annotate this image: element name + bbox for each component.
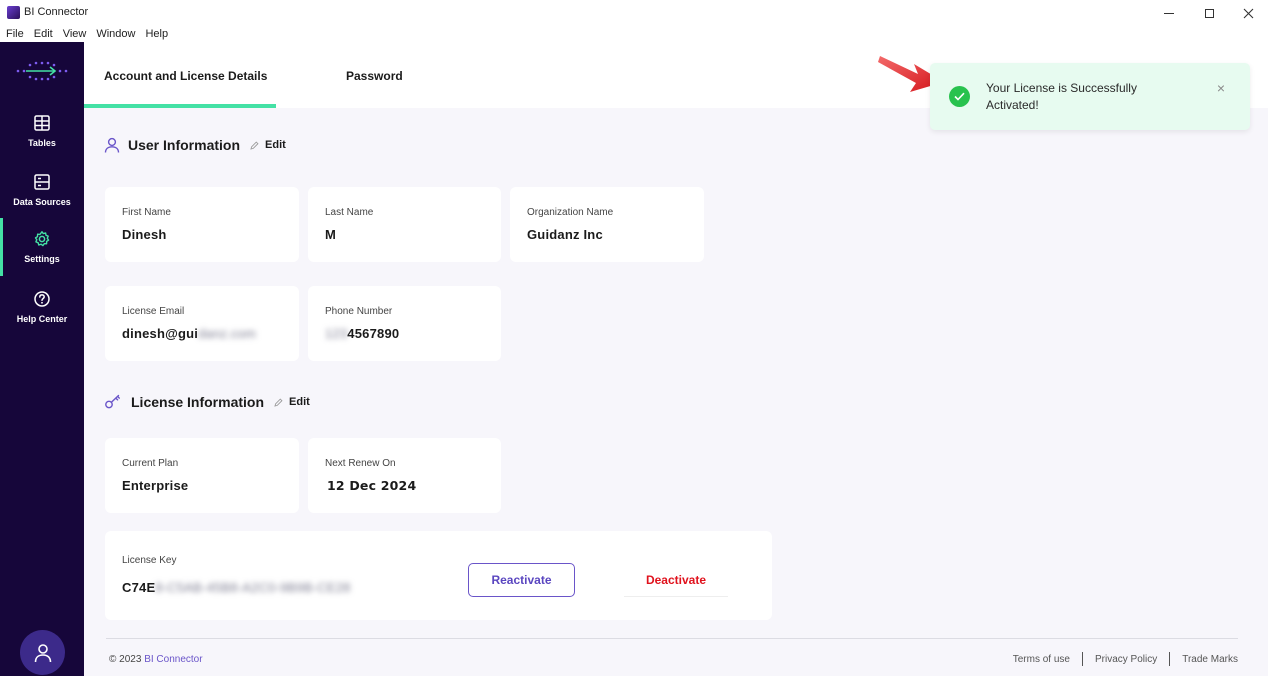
field-label: Last Name: [325, 207, 374, 218]
settings-gear-icon: [34, 231, 50, 247]
license-information-header: License Information Edit: [104, 394, 310, 410]
menu-bar: File Edit View Window Help: [0, 26, 173, 42]
title-bar: BI Connector: [0, 0, 1268, 26]
section-title: User Information: [128, 137, 241, 153]
menu-view[interactable]: View: [58, 26, 92, 42]
main-content: Account and License Details Password Use…: [84, 42, 1268, 676]
sidebar-item-settings[interactable]: Settings: [0, 220, 84, 276]
privacy-policy-link[interactable]: Privacy Policy: [1095, 654, 1157, 665]
terms-of-use-link[interactable]: Terms of use: [1013, 654, 1070, 665]
help-icon: [34, 291, 50, 307]
window-title: BI Connector: [24, 6, 89, 18]
current-plan-card: Current Plan Enterprise: [105, 438, 299, 513]
phone-number-card: Phone Number 1234567890: [308, 286, 501, 361]
organization-value: Guidanz Inc: [527, 227, 603, 242]
license-key-redacted-part: 8-C5AB-45B8-A2C0-9B9B-CE28: [155, 580, 351, 595]
footer-links: Terms of use Privacy Policy Trade Marks: [1013, 652, 1238, 666]
license-email-card: License Email dinesh@guidanz.com: [105, 286, 299, 361]
trade-marks-link[interactable]: Trade Marks: [1182, 654, 1238, 665]
maximize-button[interactable]: [1192, 0, 1226, 26]
edit-label: Edit: [289, 396, 310, 408]
phone-number-value: 1234567890: [325, 326, 399, 341]
field-label: Next Renew On: [325, 458, 396, 469]
footer-divider: [106, 638, 1238, 639]
brand-link[interactable]: BI Connector: [144, 654, 202, 665]
success-toast: Your License is Successfully Activated! …: [930, 63, 1250, 130]
user-icon: [104, 137, 120, 153]
next-renew-value: 12 Dec 2024: [327, 478, 417, 493]
current-plan-value: Enterprise: [122, 478, 189, 493]
phone-visible-part: 4567890: [347, 326, 400, 341]
phone-redacted-part: 123: [325, 326, 348, 341]
license-key-value: C74E8-C5AB-45B8-A2C0-9B9B-CE28: [122, 580, 351, 595]
maximize-icon: [1204, 8, 1214, 18]
field-label: License Key: [122, 555, 177, 566]
field-label: First Name: [122, 207, 171, 218]
menu-edit[interactable]: Edit: [29, 26, 58, 42]
last-name-card: Last Name M: [308, 187, 501, 262]
first-name-card: First Name Dinesh: [105, 187, 299, 262]
close-window-button[interactable]: [1231, 0, 1265, 26]
footer-separator: [1081, 652, 1083, 666]
license-key-visible-part: C74E: [122, 580, 156, 595]
active-tab-indicator: [84, 104, 276, 108]
brand-logo-icon: [16, 61, 68, 81]
copyright: © 2023 BI Connector: [109, 654, 203, 665]
user-icon: [34, 643, 51, 662]
sidebar-item-label: Settings: [24, 254, 60, 264]
tab-password[interactable]: Password: [346, 69, 403, 83]
license-email-value: dinesh@guidanz.com: [122, 326, 256, 341]
field-label: Organization Name: [527, 207, 614, 218]
sidebar-item-label: Tables: [28, 138, 56, 148]
menu-window[interactable]: Window: [91, 26, 140, 42]
menu-help[interactable]: Help: [140, 26, 173, 42]
footer-separator: [1169, 652, 1171, 666]
toast-message: Your License is Successfully Activated!: [986, 81, 1137, 112]
first-name-value: Dinesh: [122, 227, 167, 242]
field-label: Current Plan: [122, 458, 179, 469]
field-label: License Email: [122, 306, 185, 317]
sidebar-item-label: Help Center: [16, 314, 68, 324]
organization-card: Organization Name Guidanz Inc: [510, 187, 704, 262]
key-icon: [105, 394, 120, 409]
email-redacted-part: danz.com: [198, 326, 257, 341]
pencil-icon: [250, 140, 259, 150]
minimize-button[interactable]: [1152, 0, 1186, 26]
check-circle-icon: [949, 86, 970, 107]
table-icon: [34, 115, 50, 131]
sidebar-item-label: Data Sources: [13, 197, 71, 207]
toast-close-button[interactable]: ×: [1214, 81, 1228, 95]
field-label: Phone Number: [325, 306, 393, 317]
sidebar-item-help-center[interactable]: Help Center: [0, 290, 84, 346]
sidebar: Tables Data Sources Settings Help Center: [0, 42, 84, 676]
app-logo-icon: [7, 6, 20, 19]
edit-license-info-button[interactable]: Edit: [274, 396, 310, 408]
minimize-icon: [1164, 12, 1174, 14]
section-title: License Information: [131, 394, 265, 410]
copyright-text: © 2023: [109, 654, 142, 665]
edit-user-info-button[interactable]: Edit: [250, 139, 286, 151]
last-name-value: M: [325, 227, 337, 242]
menu-file[interactable]: File: [0, 26, 29, 42]
tab-account-license-details[interactable]: Account and License Details: [104, 69, 267, 83]
email-visible-part: dinesh@gui: [122, 326, 199, 341]
user-avatar-button[interactable]: [20, 630, 65, 675]
data-sources-icon: [34, 174, 50, 190]
deactivate-button[interactable]: Deactivate: [624, 563, 728, 597]
user-information-header: User Information Edit: [104, 137, 286, 153]
reactivate-button[interactable]: Reactivate: [468, 563, 575, 597]
next-renew-card: Next Renew On 12 Dec 2024: [308, 438, 501, 513]
edit-label: Edit: [265, 139, 286, 151]
close-icon: [1243, 8, 1253, 18]
pencil-icon: [274, 397, 283, 407]
sidebar-item-tables[interactable]: Tables: [0, 114, 84, 170]
